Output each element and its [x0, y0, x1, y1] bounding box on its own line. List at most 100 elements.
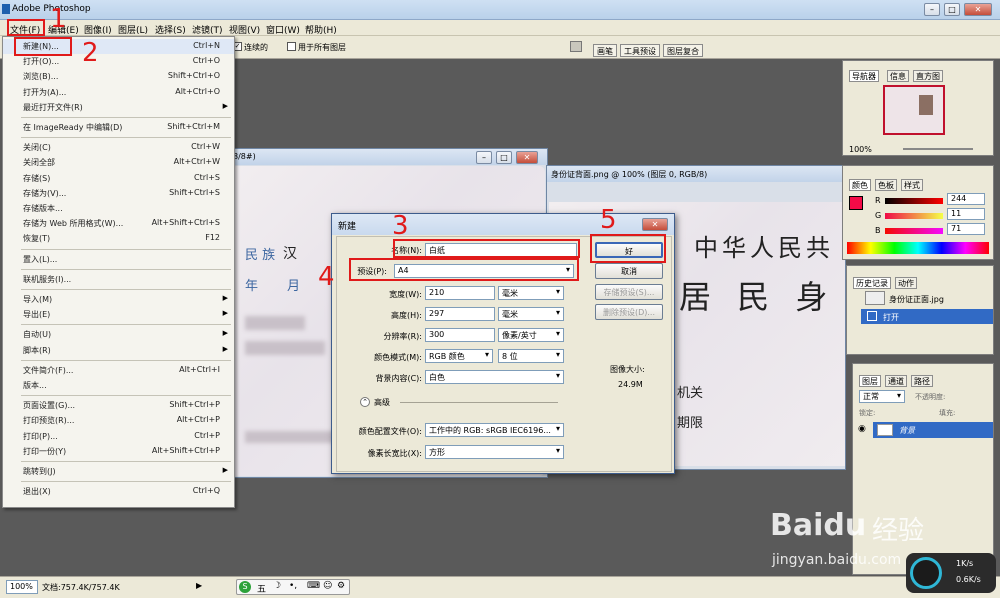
minimize-button[interactable]: –	[924, 3, 940, 16]
r-input[interactable]: 244	[947, 193, 985, 205]
menu-item-shortcut: F12	[205, 233, 220, 243]
network-speed-widget[interactable]: 1K/s 0.6K/s	[906, 553, 996, 593]
menu-item-shortcut: Shift+Ctrl+S	[169, 187, 220, 197]
color-spectrum-bar[interactable]	[847, 242, 989, 254]
punctuation-icon[interactable]: •,	[289, 581, 297, 591]
tab-swatches[interactable]: 色板	[875, 179, 897, 191]
history-step-row[interactable]: 打开	[861, 309, 993, 324]
tab-history[interactable]: 历史记录	[853, 277, 891, 289]
tab-navigator[interactable]: 导航器	[849, 70, 879, 82]
file-menu-item[interactable]: 打开为(A)... Alt+Ctrl+O	[3, 85, 234, 100]
navigator-thumbnail[interactable]	[883, 85, 945, 135]
ime-logo-icon[interactable]: S	[239, 581, 251, 593]
tab-styles[interactable]: 样式	[901, 179, 923, 191]
cancel-button[interactable]: 取消	[595, 263, 663, 279]
file-menu-item[interactable]: 在 ImageReady 中编辑(D) Shift+Ctrl+M	[3, 120, 234, 135]
tab-channels[interactable]: 通道	[885, 375, 907, 387]
collapse-advanced-icon[interactable]: ⌃	[360, 397, 370, 407]
file-menu-item[interactable]: 置入(L)...	[3, 252, 234, 267]
file-menu-item[interactable]: 存储为 Web 所用格式(W)... Alt+Shift+Ctrl+S	[3, 216, 234, 231]
resolution-unit-select[interactable]: 像素/英寸	[498, 328, 564, 342]
tab-paths[interactable]: 路径	[911, 375, 933, 387]
file-menu-item[interactable]: 浏览(B)... Shift+Ctrl+O	[3, 69, 234, 84]
pixel-aspect-select[interactable]: 方形	[425, 445, 564, 459]
user-icon[interactable]: ☺	[323, 581, 332, 591]
file-menu-item[interactable]: 关闭全部 Alt+Ctrl+W	[3, 155, 234, 170]
tab-brush[interactable]: 画笔	[593, 44, 617, 57]
height-input[interactable]: 297	[425, 307, 495, 321]
color-profile-select[interactable]: 工作中的 RGB: sRGB IEC6196...	[425, 423, 564, 437]
dialog-close-button[interactable]: ✕	[642, 218, 668, 231]
status-zoom[interactable]: 100%	[6, 580, 38, 594]
layer-visibility-eye-icon[interactable]: ◉	[858, 424, 866, 434]
file-menu-item[interactable]: 恢复(T) F12	[3, 231, 234, 246]
b-slider[interactable]	[885, 228, 943, 234]
delete-preset-button[interactable]: 删除预设(D)...	[595, 304, 663, 320]
snapshot-label[interactable]: 身份证正面.jpg	[889, 294, 944, 305]
file-menu-item[interactable]: 导入(M) ▶	[3, 292, 234, 307]
file-menu-item[interactable]: 页面设置(G)... Shift+Ctrl+P	[3, 398, 234, 413]
file-menu-item[interactable]: 脚本(R) ▶	[3, 343, 234, 358]
foreground-color-swatch[interactable]	[849, 196, 863, 210]
doc-maximize-button[interactable]: □	[496, 151, 512, 164]
file-menu-item[interactable]: 导出(E) ▶	[3, 307, 234, 322]
resolution-input[interactable]: 300	[425, 328, 495, 342]
file-menu-item[interactable]: 存储(S) Ctrl+S	[3, 171, 234, 186]
file-menu-item[interactable]: 存储为(V)... Shift+Ctrl+S	[3, 186, 234, 201]
tab-histogram[interactable]: 直方图	[913, 70, 943, 82]
tab-tool-presets[interactable]: 工具预设	[620, 44, 660, 57]
menu-item-5[interactable]: 滤镜(T)	[192, 23, 223, 36]
width-unit-select[interactable]: 毫米	[498, 286, 564, 300]
navigator-zoom-value[interactable]: 100%	[849, 145, 872, 154]
doc-minimize-button[interactable]: –	[476, 151, 492, 164]
file-menu-item[interactable]: 打印预览(R)... Alt+Ctrl+P	[3, 413, 234, 428]
all-layers-checkbox[interactable]	[287, 42, 296, 51]
file-menu-item[interactable]: 联机服务(I)...	[3, 272, 234, 287]
file-menu-item[interactable]: 退出(X) Ctrl+Q	[3, 484, 234, 499]
file-menu-item[interactable]: 打开(O)... Ctrl+O	[3, 54, 234, 69]
file-menu-item[interactable]: 跳转到(J) ▶	[3, 464, 234, 479]
menu-item-7[interactable]: 窗口(W)	[266, 23, 300, 36]
status-menu-arrow-icon[interactable]: ▶	[196, 581, 202, 590]
moon-icon[interactable]: ☽	[273, 581, 281, 591]
blend-mode-select[interactable]: 正常	[859, 390, 905, 403]
g-slider[interactable]	[885, 213, 943, 219]
ime-mode-label[interactable]: 五	[257, 582, 266, 595]
width-input[interactable]: 210	[425, 286, 495, 300]
ime-toolbar[interactable]: S 五 ☽ •, ⌨ ☺ ⚙	[236, 579, 350, 595]
file-menu-item[interactable]: 打印(P)... Ctrl+P	[3, 429, 234, 444]
tab-layers[interactable]: 图层	[859, 375, 881, 387]
file-menu-item[interactable]: 文件简介(F)... Alt+Ctrl+I	[3, 363, 234, 378]
g-input[interactable]: 11	[947, 208, 985, 220]
menu-item-8[interactable]: 帮助(H)	[305, 23, 337, 36]
save-preset-button[interactable]: 存储预设(S)...	[595, 284, 663, 300]
maximize-button[interactable]: □	[944, 3, 960, 16]
file-menu-item[interactable]: 打印一份(Y) Alt+Shift+Ctrl+P	[3, 444, 234, 459]
wrench-icon[interactable]: ⚙	[337, 581, 345, 591]
tab-info[interactable]: 信息	[887, 70, 909, 82]
menu-item-2[interactable]: 图像(I)	[84, 23, 112, 36]
tab-actions[interactable]: 动作	[895, 277, 917, 289]
file-menu-item[interactable]: 存储版本...	[3, 201, 234, 216]
height-unit-select[interactable]: 毫米	[498, 307, 564, 321]
b-input[interactable]: 71	[947, 223, 985, 235]
file-menu-item[interactable]: 关闭(C) Ctrl+W	[3, 140, 234, 155]
menu-item-6[interactable]: 视图(V)	[229, 23, 260, 36]
menu-item-3[interactable]: 图层(L)	[118, 23, 148, 36]
color-mode-select[interactable]: RGB 颜色	[425, 349, 493, 363]
keyboard-icon[interactable]: ⌨	[307, 581, 320, 591]
file-menu-item[interactable]: 最近打开文件(R) ▶	[3, 100, 234, 115]
file-menu-item[interactable]: 自动(U) ▶	[3, 327, 234, 342]
close-button[interactable]: ✕	[964, 3, 992, 16]
layer-row[interactable]: 背景	[873, 422, 993, 438]
zoom-slider[interactable]	[903, 148, 973, 150]
menu-item-4[interactable]: 选择(S)	[155, 23, 186, 36]
background-select[interactable]: 白色	[425, 370, 564, 384]
file-menu-item[interactable]: 版本...	[3, 378, 234, 393]
doc-close-button[interactable]: ✕	[516, 151, 538, 164]
bit-depth-select[interactable]: 8 位	[498, 349, 564, 363]
r-slider[interactable]	[885, 198, 943, 204]
palette-well-icon[interactable]	[570, 41, 582, 52]
tab-layer-comps[interactable]: 图层复合	[663, 44, 703, 57]
tab-color[interactable]: 颜色	[849, 179, 871, 191]
